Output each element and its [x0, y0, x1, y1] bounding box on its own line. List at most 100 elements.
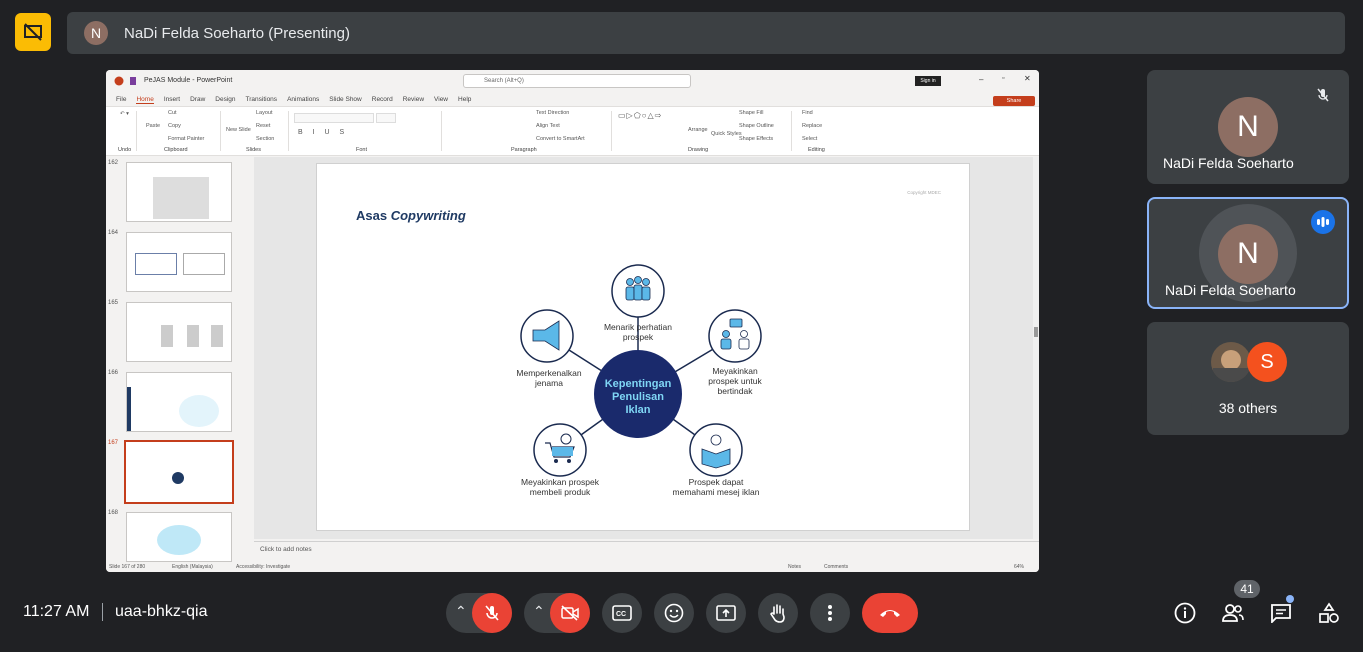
camera-off-button[interactable]	[550, 593, 590, 633]
new-slide-button[interactable]: New Slide	[226, 127, 251, 133]
arrange-button[interactable]: Arrange	[688, 127, 708, 133]
chat-button[interactable]	[1268, 600, 1294, 626]
replace-button[interactable]: Replace	[802, 123, 822, 129]
people-icon	[1222, 604, 1244, 622]
divider	[102, 603, 103, 621]
others-tile[interactable]: S 38 others	[1147, 322, 1349, 435]
menu-help[interactable]: Help	[458, 96, 471, 103]
ppt-status-bar: Slide 167 of 280 English (Malaysia) Acce…	[106, 562, 1039, 572]
shape-fill-button[interactable]: Shape Fill	[739, 110, 763, 116]
notes-pane[interactable]: Click to add notes	[254, 541, 1039, 561]
people-button[interactable]	[1220, 600, 1246, 626]
meeting-code: uaa-bhkz-qia	[115, 603, 208, 620]
quick-styles-button[interactable]: Quick Styles	[711, 131, 742, 137]
ppt-search-input[interactable]: Search (Alt+Q)	[463, 74, 691, 88]
section-button[interactable]: Section	[256, 136, 274, 142]
undo-icon[interactable]: ↶ ▾	[120, 111, 129, 117]
zoom-level[interactable]: 64%	[1014, 564, 1024, 570]
activities-button[interactable]	[1316, 600, 1342, 626]
meeting-info-button[interactable]	[1172, 600, 1198, 626]
participant-tile-active[interactable]: N NaDi Felda Soeharto	[1147, 197, 1349, 309]
shape-outline-button[interactable]: Shape Outline	[739, 123, 774, 129]
close-icon[interactable]: ✕	[1024, 74, 1031, 83]
slide-scrollbar[interactable]	[1033, 157, 1039, 539]
slide-thumbnail[interactable]	[126, 162, 232, 222]
paste-button[interactable]: Paste	[146, 123, 160, 129]
select-button[interactable]: Select	[802, 136, 817, 142]
convert-smartart-button[interactable]: Convert to SmartArt	[536, 136, 585, 142]
participant-name: NaDi Felda Soeharto	[1163, 155, 1294, 171]
node-label-bottom-right: Prospek dapat memahami mesej iklan	[672, 477, 760, 497]
present-button[interactable]	[706, 593, 746, 633]
chat-notification-dot	[1286, 595, 1294, 603]
raise-hand-button[interactable]	[758, 593, 798, 633]
ppt-share-button[interactable]: Share	[993, 96, 1035, 106]
group-drawing: Drawing	[688, 147, 709, 153]
font-format-buttons[interactable]: B I U S	[298, 129, 348, 136]
font-size-select[interactable]	[376, 113, 396, 123]
thumb-number: 162	[108, 160, 119, 166]
menu-insert[interactable]: Insert	[164, 96, 180, 103]
menu-draw[interactable]: Draw	[190, 96, 205, 103]
menu-home[interactable]: Home	[136, 96, 154, 104]
menu-view[interactable]: View	[434, 96, 448, 103]
reactions-button[interactable]	[654, 593, 694, 633]
menu-animations[interactable]: Animations	[287, 96, 319, 103]
comments-toggle[interactable]: Comments	[824, 564, 848, 570]
align-text-button[interactable]: Align Text	[536, 123, 560, 129]
hand-icon	[770, 604, 785, 623]
group-slides: Slides	[246, 147, 261, 153]
menu-record[interactable]: Record	[372, 96, 393, 103]
more-vert-icon	[828, 605, 832, 621]
slide-thumbnail[interactable]	[126, 512, 232, 562]
shapes-gallery[interactable]: ▭▷⬠○△⇨	[618, 111, 662, 120]
more-options-button[interactable]	[810, 593, 850, 633]
shape-effects-button[interactable]: Shape Effects	[739, 136, 773, 142]
find-button[interactable]: Find	[802, 110, 813, 116]
ppt-signin-button[interactable]: Sign in	[915, 76, 941, 86]
slide-thumbnail[interactable]	[126, 302, 232, 362]
presentation-icon[interactable]	[15, 13, 51, 51]
menu-design[interactable]: Design	[215, 96, 235, 103]
reset-button[interactable]: Reset	[256, 123, 270, 129]
language-status[interactable]: English (Malaysia)	[172, 564, 213, 570]
text-direction-button[interactable]: Text Direction	[536, 110, 569, 116]
powerpoint-logo-icon	[114, 76, 124, 86]
camera-off-icon	[561, 605, 579, 621]
thumb-number: 166	[108, 370, 119, 376]
speaking-icon	[1311, 210, 1335, 234]
minimize-icon[interactable]: –	[979, 75, 983, 84]
slide-thumbnail[interactable]	[126, 232, 232, 292]
leave-call-button[interactable]	[862, 593, 918, 633]
camera-control: ⌃	[524, 593, 590, 633]
layout-button[interactable]: Layout	[256, 110, 273, 116]
current-slide[interactable]: Copyright MDEC Asas Copywriting Kepentin…	[316, 163, 970, 531]
chevron-up-icon[interactable]: ⌃	[455, 603, 467, 620]
font-name-select[interactable]	[294, 113, 374, 123]
mic-off-button[interactable]	[472, 593, 512, 633]
info-icon	[1174, 602, 1196, 624]
maximize-icon[interactable]: ▫	[1002, 75, 1004, 82]
node-label-left: Memperkenalkan jenama	[516, 368, 582, 388]
format-painter-button[interactable]: Format Painter	[168, 136, 204, 142]
participant-tile[interactable]: N NaDi Felda Soeharto	[1147, 70, 1349, 184]
slide-thumbnail[interactable]	[126, 372, 232, 432]
menu-transitions[interactable]: Transitions	[246, 96, 278, 103]
other-avatar: S	[1247, 342, 1287, 382]
notes-toggle[interactable]: Notes	[788, 564, 801, 570]
menu-file[interactable]: File	[116, 96, 126, 103]
chevron-up-icon[interactable]: ⌃	[533, 603, 545, 620]
accessibility-status[interactable]: Accessibility: Investigate	[236, 564, 290, 570]
menu-slideshow[interactable]: Slide Show	[329, 96, 362, 103]
cut-button[interactable]: Cut	[168, 110, 177, 116]
participant-name: NaDi Felda Soeharto	[1165, 282, 1296, 298]
save-icon[interactable]	[129, 76, 137, 86]
presenter-banner: N NaDi Felda Soeharto (Presenting)	[67, 12, 1345, 54]
captions-button[interactable]: CC	[602, 593, 642, 633]
clock: 11:27 AM	[23, 603, 90, 620]
slide-count: Slide 167 of 280	[109, 564, 146, 570]
menu-review[interactable]: Review	[403, 96, 424, 103]
slide-thumbnail-selected[interactable]	[124, 440, 234, 504]
copy-button[interactable]: Copy	[168, 123, 181, 129]
thumb-number: 167	[108, 440, 119, 446]
